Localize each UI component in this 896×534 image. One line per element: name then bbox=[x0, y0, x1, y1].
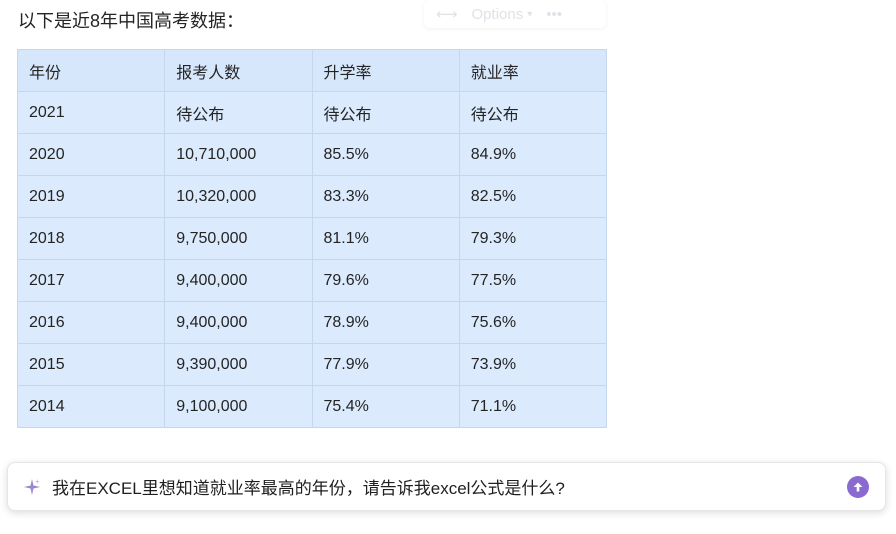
cell-employment-rate: 待公布 bbox=[458, 91, 608, 134]
cell-employment-rate: 75.6% bbox=[458, 301, 608, 344]
cell-applicants: 9,400,000 bbox=[164, 259, 313, 302]
cell-employment-rate: 77.5% bbox=[458, 259, 608, 302]
intro-text: 以下是近8年中国高考数据： bbox=[18, 11, 245, 31]
cell-applicants: 10,710,000 bbox=[164, 133, 313, 176]
cell-employment-rate: 71.1% bbox=[458, 385, 608, 428]
arrow-up-icon bbox=[853, 482, 863, 491]
table-row: 2016 9,400,000 78.9% 75.6% bbox=[16, 301, 608, 344]
chevron-down-icon: ▾ bbox=[527, 8, 533, 20]
table-row: 2014 9,100,000 75.4% 71.1% bbox=[16, 385, 608, 428]
cell-year: 2017 bbox=[16, 259, 166, 302]
table-row: 2020 10,710,000 85.5% 84.9% bbox=[16, 133, 608, 176]
sparkle-icon bbox=[22, 477, 42, 497]
exam-data-table: 年份 报考人数 升学率 就业率 2021 待公布 待公布 待公布 2020 10… bbox=[16, 49, 608, 428]
cell-applicants: 9,400,000 bbox=[164, 301, 313, 344]
cell-year: 2020 bbox=[16, 133, 166, 176]
cell-applicants: 10,320,000 bbox=[164, 175, 313, 218]
options-dropdown[interactable]: Options ▾ bbox=[472, 6, 533, 23]
table-row: 2017 9,400,000 79.6% 77.5% bbox=[16, 259, 608, 302]
table-header-row: 年份 报考人数 升学率 就业率 bbox=[16, 49, 608, 92]
cell-admission-rate: 83.3% bbox=[311, 175, 460, 218]
cell-admission-rate: 待公布 bbox=[311, 91, 460, 134]
cell-year: 2018 bbox=[16, 217, 166, 260]
cell-admission-rate: 85.5% bbox=[311, 133, 460, 176]
prompt-input-bar[interactable]: 我在EXCEL里想知道就业率最高的年份，请告诉我excel公式是什么? bbox=[7, 462, 886, 511]
cell-year: 2021 bbox=[16, 91, 166, 134]
cell-applicants: 9,750,000 bbox=[164, 217, 313, 260]
expand-icon[interactable]: ⟷ bbox=[436, 5, 458, 23]
cell-applicants: 9,390,000 bbox=[164, 343, 313, 386]
cell-year: 2014 bbox=[16, 385, 166, 428]
header-year: 年份 bbox=[16, 49, 166, 92]
cell-admission-rate: 77.9% bbox=[311, 343, 460, 386]
header-employment-rate: 就业率 bbox=[458, 49, 608, 92]
table-row: 2018 9,750,000 81.1% 79.3% bbox=[16, 217, 608, 260]
prompt-text[interactable]: 我在EXCEL里想知道就业率最高的年份，请告诉我excel公式是什么? bbox=[52, 474, 847, 499]
chat-page: 以下是近8年中国高考数据： ⟷ Options ▾ ••• 年份 报考人数 升学… bbox=[0, 0, 896, 534]
cell-admission-rate: 75.4% bbox=[311, 385, 460, 428]
table-row: 2015 9,390,000 77.9% 73.9% bbox=[16, 343, 608, 386]
table-toolbar: ⟷ Options ▾ ••• bbox=[424, 0, 606, 28]
cell-employment-rate: 73.9% bbox=[458, 343, 608, 386]
more-menu-button[interactable]: ••• bbox=[546, 6, 562, 23]
cell-employment-rate: 82.5% bbox=[458, 175, 608, 218]
header-applicants: 报考人数 bbox=[164, 49, 313, 92]
cell-employment-rate: 79.3% bbox=[458, 217, 608, 260]
cell-year: 2019 bbox=[16, 175, 166, 218]
cell-admission-rate: 81.1% bbox=[311, 217, 460, 260]
cell-admission-rate: 78.9% bbox=[311, 301, 460, 344]
cell-applicants: 9,100,000 bbox=[164, 385, 313, 428]
cell-admission-rate: 79.6% bbox=[311, 259, 460, 302]
options-label: Options bbox=[471, 5, 524, 23]
send-button[interactable] bbox=[847, 475, 869, 498]
cell-year: 2015 bbox=[16, 343, 166, 386]
cell-year: 2016 bbox=[16, 301, 166, 344]
cell-employment-rate: 84.9% bbox=[458, 133, 608, 176]
table-row: 2021 待公布 待公布 待公布 bbox=[16, 91, 608, 134]
table-row: 2019 10,320,000 83.3% 82.5% bbox=[16, 175, 608, 218]
cell-applicants: 待公布 bbox=[164, 91, 313, 134]
header-admission-rate: 升学率 bbox=[311, 49, 460, 92]
